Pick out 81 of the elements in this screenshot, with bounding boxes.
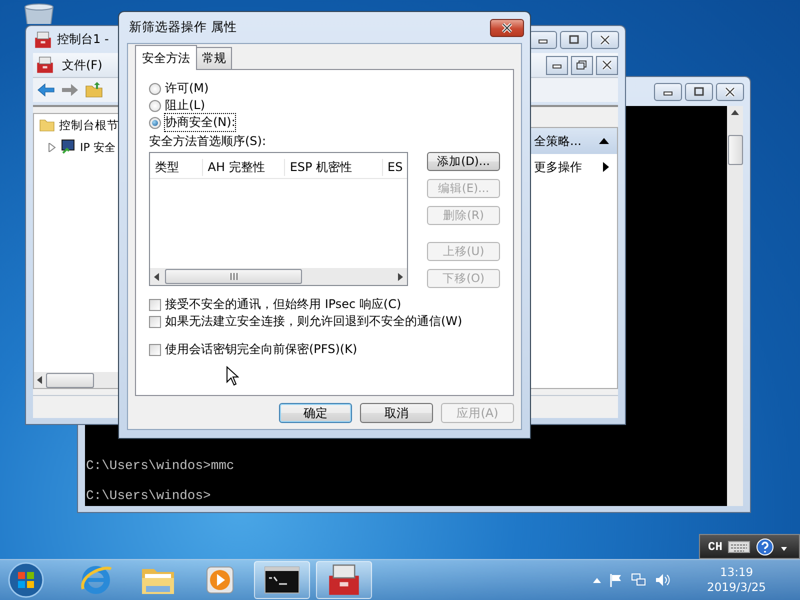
- column-header[interactable]: ES: [382, 160, 407, 174]
- scrollbar-thumb[interactable]: [46, 372, 94, 388]
- expand-arrow-icon[interactable]: [48, 142, 56, 152]
- taskbar-button[interactable]: [254, 561, 310, 599]
- close-icon: [500, 22, 514, 34]
- list-action-button[interactable]: 添加(D)...: [427, 152, 500, 171]
- tab[interactable]: 安全方法: [135, 45, 197, 70]
- dialog-title: 新筛选器操作 属性: [129, 19, 237, 36]
- folder-up-icon[interactable]: [85, 82, 103, 98]
- play-icon: [204, 564, 236, 596]
- checkbox-label[interactable]: 接受不安全的通讯，但始终用 IPsec 响应(C): [165, 296, 402, 313]
- mouse-cursor-icon: [226, 366, 239, 386]
- scrollbar[interactable]: [727, 106, 743, 506]
- close-icon: [598, 34, 612, 46]
- close-icon: [600, 59, 614, 71]
- methods-list[interactable]: 类型 AH 完整性 ESP 机密性 ES: [149, 152, 408, 286]
- close-button[interactable]: [591, 30, 619, 48]
- radio-label[interactable]: 许可(M): [165, 80, 209, 97]
- column-header[interactable]: AH 完整性: [202, 158, 285, 176]
- scroll-right-icon[interactable]: [398, 272, 403, 280]
- toolbox-icon: [34, 30, 52, 48]
- close-button[interactable]: [716, 82, 744, 100]
- checkbox[interactable]: [149, 316, 161, 328]
- terminal-icon: [264, 566, 300, 594]
- checkbox-label[interactable]: 如果无法建立安全连接，则允许回退到不安全的通信(W): [165, 313, 462, 330]
- browser-icon: [79, 563, 113, 597]
- scroll-left-icon[interactable]: [154, 272, 159, 280]
- help-icon[interactable]: [756, 538, 774, 556]
- tree-item[interactable]: IP 安全: [80, 140, 116, 154]
- menu-item[interactable]: 文件(F): [62, 56, 102, 74]
- submenu-arrow-icon: [603, 162, 609, 172]
- window-title: 控制台1 -: [57, 31, 109, 48]
- language-indicator[interactable]: CH: [708, 540, 722, 554]
- show-hidden-icons-icon[interactable]: [593, 578, 602, 582]
- tree-item[interactable]: 控制台根节: [59, 118, 119, 132]
- flag-icon[interactable]: [609, 573, 624, 587]
- collapse-arrow-icon[interactable]: [599, 138, 609, 144]
- minimize-button[interactable]: [546, 56, 568, 74]
- clock[interactable]: 13:19 2019/3/25: [707, 565, 766, 595]
- scroll-up-icon[interactable]: [731, 110, 739, 115]
- keyboard-icon[interactable]: [728, 540, 750, 552]
- maximize-button[interactable]: [560, 30, 588, 48]
- dialog-button[interactable]: 确定: [279, 403, 352, 423]
- minimize-button[interactable]: [654, 82, 682, 100]
- checkbox[interactable]: [149, 344, 161, 356]
- minimize-button[interactable]: [529, 30, 557, 48]
- speaker-icon[interactable]: [655, 573, 672, 587]
- close-icon: [723, 86, 737, 98]
- scrollbar-thumb[interactable]: [728, 135, 742, 165]
- folder-icon: [39, 118, 55, 132]
- toolbox-icon: [327, 563, 361, 597]
- restore-button[interactable]: [571, 56, 593, 74]
- maximize-icon: [567, 34, 581, 46]
- close-button[interactable]: [596, 56, 618, 74]
- network-icon[interactable]: [631, 573, 648, 587]
- clock-date[interactable]: 2019/3/25: [707, 580, 766, 595]
- radio-button[interactable]: [149, 100, 161, 112]
- grip-icon: [230, 273, 238, 280]
- toolbox-icon: [36, 56, 54, 74]
- close-button[interactable]: [490, 18, 524, 36]
- radio-button[interactable]: [149, 116, 161, 128]
- tab[interactable]: 常规: [196, 47, 232, 69]
- forward-arrow-icon[interactable]: [61, 83, 79, 97]
- column-header[interactable]: 类型: [150, 158, 203, 176]
- radio-label[interactable]: 阻止(L): [165, 97, 206, 114]
- back-arrow-icon[interactable]: [37, 83, 55, 97]
- radio-label[interactable]: 协商安全(N):: [165, 114, 236, 131]
- console-line: C:\Users\windos>mmc: [86, 458, 236, 473]
- checkbox-label[interactable]: 使用会话密钥完全向前保密(PFS)(K): [165, 341, 358, 358]
- dialog-button[interactable]: 取消: [360, 403, 433, 423]
- maximize-icon: [692, 86, 706, 98]
- monitor-icon: [60, 139, 76, 155]
- radio-button[interactable]: [149, 82, 161, 94]
- column-header[interactable]: ESP 机密性: [284, 158, 382, 176]
- scroll-left-icon[interactable]: [37, 376, 42, 384]
- console-line: C:\Users\windos>: [86, 488, 212, 503]
- scrollbar-thumb[interactable]: [165, 269, 302, 284]
- list-label: 安全方法首选顺序(S):: [149, 134, 266, 148]
- maximize-button[interactable]: [685, 82, 713, 100]
- checkbox[interactable]: [149, 298, 161, 310]
- restore-icon: [575, 59, 589, 71]
